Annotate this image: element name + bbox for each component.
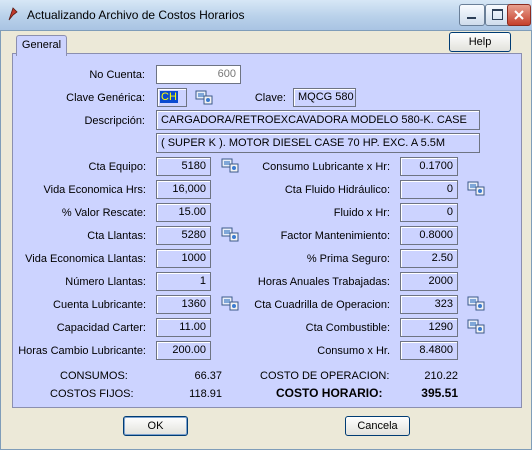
app-icon [8, 7, 18, 21]
consumo-x-hr-label: Consumo x Hr. [317, 345, 390, 357]
descripcion-label: Descripción: [84, 115, 145, 127]
vida-economica-llantas-label: Vida Economica Llantas: [25, 253, 146, 265]
tab-general[interactable]: General [16, 35, 67, 56]
cta-llantas-label: Cta Llantas: [87, 230, 146, 242]
numero-llantas-label: Número Llantas: [65, 276, 146, 288]
descripcion-line1-input[interactable]: CARGADORA/RETROEXCAVADORA MODELO 580-K. … [156, 110, 480, 130]
consumo-x-hr-input[interactable]: 8.4800 [400, 341, 458, 360]
lookup-icon[interactable] [221, 157, 239, 173]
fluido-x-hr-input[interactable]: 0 [400, 203, 458, 222]
consumos-value: 66.37 [194, 370, 222, 382]
clave-generica-value: CH [160, 91, 178, 103]
clave-generica-input[interactable]: CH [157, 88, 187, 107]
costo-horario-value: 395.51 [421, 386, 458, 400]
costo-horario-label: COSTO HORARIO: [276, 386, 383, 400]
fluido-x-hr-label: Fluido x Hr: [333, 207, 390, 219]
close-icon [514, 10, 524, 20]
cta-fluido-hidraulico-input[interactable]: 0 [400, 180, 458, 199]
lookup-icon[interactable] [221, 226, 239, 242]
valor-rescate-input[interactable]: 15.00 [156, 203, 211, 222]
clave-label: Clave: [254, 92, 286, 104]
cta-cuadrilla-label: Cta Cuadrilla de Operacion: [254, 299, 390, 311]
lookup-icon[interactable] [221, 295, 239, 311]
costos-fijos-value: 118.91 [189, 388, 222, 400]
lookup-icon[interactable] [467, 318, 485, 334]
cancel-label: Cancela [357, 420, 398, 432]
lookup-icon[interactable] [467, 180, 485, 196]
vida-economica-llantas-input[interactable]: 1000 [156, 249, 211, 268]
cta-combustible-input[interactable]: 1290 [400, 318, 458, 337]
help-button[interactable]: Help [449, 32, 511, 52]
lookup-icon[interactable] [467, 295, 485, 311]
cta-equipo-input[interactable]: 5180 [156, 157, 211, 176]
cta-equipo-label: Cta Equipo: [88, 161, 146, 173]
cta-llantas-input[interactable]: 5280 [156, 226, 211, 245]
descripcion-line2-input[interactable]: ( SUPER K ). MOTOR DIESEL CASE 70 HP. EX… [156, 133, 480, 153]
ok-label: OK [147, 420, 164, 432]
consumo-lubricante-input[interactable]: 0.1700 [400, 157, 458, 176]
horas-cambio-lubricante-input[interactable]: 200.00 [156, 341, 211, 360]
lookup-icon[interactable] [195, 89, 213, 105]
tab-label: General [21, 39, 62, 51]
no-cuenta-input[interactable]: 600 [156, 65, 241, 84]
no-cuenta-label: No Cuenta: [89, 69, 145, 81]
consumos-label: CONSUMOS: [60, 370, 128, 382]
numero-llantas-input[interactable]: 1 [156, 272, 211, 291]
cta-cuadrilla-input[interactable]: 323 [400, 295, 458, 314]
vida-economica-hrs-input[interactable]: 16,000 [156, 180, 211, 199]
horas-cambio-lubricante-label: Horas Cambio Lubricante: [18, 345, 146, 357]
ok-button[interactable]: OK [123, 416, 188, 436]
help-label: Help [468, 36, 492, 48]
consumo-lubricante-label: Consumo Lubricante x Hr: [262, 161, 390, 173]
cuenta-lubricante-input[interactable]: 1360 [156, 295, 211, 314]
cuenta-lubricante-label: Cuenta Lubricante: [53, 299, 146, 311]
costos-fijos-label: COSTOS FIJOS: [50, 388, 134, 400]
factor-mantenimiento-label: Factor Mantenimiento: [280, 230, 390, 242]
horas-anuales-input[interactable]: 2000 [400, 272, 458, 291]
close-button[interactable] [507, 4, 531, 26]
prima-seguro-label: % Prima Seguro: [306, 253, 390, 265]
minimize-button[interactable] [459, 4, 485, 26]
window-title: Actualizando Archivo de Costos Horarios [27, 8, 245, 22]
valor-rescate-label: % Valor Rescate: [61, 207, 146, 219]
factor-mantenimiento-input[interactable]: 0.8000 [400, 226, 458, 245]
cancel-button[interactable]: Cancela [345, 416, 410, 436]
clave-input[interactable]: MQCG 580 [293, 88, 356, 107]
cta-fluido-hidraulico-label: Cta Fluido Hidráulico: [284, 184, 390, 196]
cta-combustible-label: Cta Combustible: [305, 322, 390, 334]
horas-anuales-label: Horas Anuales Trabajadas: [257, 276, 390, 288]
vida-economica-hrs-label: Vida Economica Hrs: [43, 184, 146, 196]
costo-operacion-label: COSTO DE OPERACION: [260, 370, 390, 382]
prima-seguro-input[interactable]: 2.50 [400, 249, 458, 268]
costo-operacion-value: 210.22 [424, 370, 458, 382]
capacidad-carter-label: Capacidad Carter: [56, 322, 146, 334]
capacidad-carter-input[interactable]: 11.00 [156, 318, 211, 337]
clave-generica-label: Clave Genérica: [66, 92, 145, 104]
